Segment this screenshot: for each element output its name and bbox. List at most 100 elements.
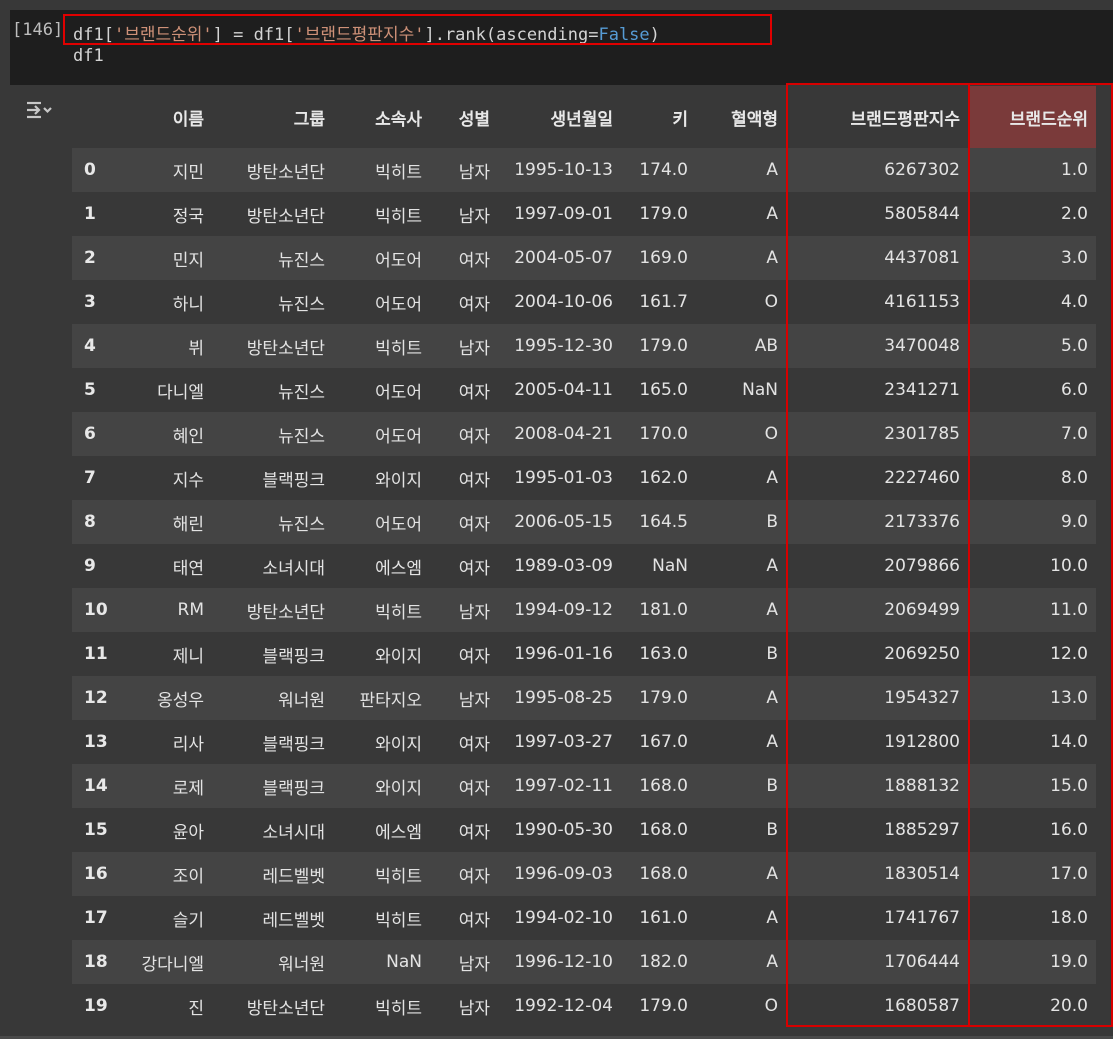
cell-birthdate: 1997-03-27 <box>514 732 613 752</box>
cell-agency: 빅히트 <box>375 866 422 887</box>
table-row: 16 조이 레드벨벳 빅히트 여자 1996-09-03 168.0 A 1830514 17.0 <box>72 852 1096 896</box>
cell-blood-type: A <box>766 468 778 488</box>
cell-birthdate: 2004-10-06 <box>514 292 613 312</box>
cell-gender: 여자 <box>458 382 490 403</box>
table-header-row: 이름 그룹 소속사 성별 생년월일 키 혈액형 브랜드평판지수 브랜드순위 <box>72 86 1096 148</box>
cell-blood-type: A <box>766 204 778 224</box>
cell-blood-type: O <box>764 424 778 444</box>
cell-birthdate: 2008-04-21 <box>514 424 613 444</box>
table-row: 13 리사 블랙핑크 와이지 여자 1997-03-27 167.0 A 1912800 14.0 <box>72 720 1096 764</box>
header-index <box>72 86 124 148</box>
cell-name: 제니 <box>172 646 204 667</box>
cell-index: 10 <box>84 600 108 620</box>
cell-blood-type: A <box>766 688 778 708</box>
cell-blood-type: A <box>766 864 778 884</box>
cell-index: 6 <box>84 424 96 444</box>
cell-blood-type: O <box>764 996 778 1016</box>
cell-gender: 남자 <box>458 998 490 1019</box>
cell-height: 170.0 <box>639 424 688 444</box>
cell-agency: 빅히트 <box>375 998 422 1019</box>
cell-brand-rank: 14.0 <box>1050 732 1088 752</box>
cell-height: NaN <box>652 556 688 576</box>
cell-brand-rank: 5.0 <box>1060 336 1088 356</box>
cell-agency: NaN <box>386 952 422 972</box>
cell-agency: 와이지 <box>375 646 422 667</box>
cell-group: 워너원 <box>278 690 325 711</box>
cell-blood-type: A <box>766 952 778 972</box>
cell-brand-reputation: 1954327 <box>884 688 960 708</box>
cell-agency: 에스엠 <box>375 822 422 843</box>
cell-index: 9 <box>84 556 96 576</box>
cell-agency: 어도어 <box>375 514 422 535</box>
cell-birthdate: 1992-12-04 <box>514 996 613 1016</box>
table-row: 1 정국 방탄소년단 빅히트 남자 1997-09-01 179.0 A 5805844 2.0 <box>72 192 1096 236</box>
cell-group: 방탄소년단 <box>246 162 325 183</box>
cell-agency: 와이지 <box>375 470 422 491</box>
cell-brand-rank: 4.0 <box>1060 292 1088 312</box>
cell-gender: 여자 <box>458 866 490 887</box>
table-row: 4 뷔 방탄소년단 빅히트 남자 1995-12-30 179.0 AB 3470048 5.0 <box>72 324 1096 368</box>
cell-brand-rank: 20.0 <box>1050 996 1088 1016</box>
cell-birthdate: 1995-01-03 <box>514 468 613 488</box>
cell-blood-type: A <box>766 160 778 180</box>
code-cell[interactable]: [146] df1['브랜드순위'] = df1['브랜드평판지수'].rank… <box>0 0 1113 85</box>
cell-gender: 남자 <box>458 206 490 227</box>
cell-brand-rank: 7.0 <box>1060 424 1088 444</box>
header-agency: 소속사 <box>375 109 422 130</box>
cell-gender: 여자 <box>458 646 490 667</box>
cell-agency: 빅히트 <box>375 338 422 359</box>
cell-group: 방탄소년단 <box>246 206 325 227</box>
cell-height: 165.0 <box>639 380 688 400</box>
cell-group: 뉴진스 <box>278 426 325 447</box>
table-row: 7 지수 블랙핑크 와이지 여자 1995-01-03 162.0 A 2227460 8.0 <box>72 456 1096 500</box>
cell-birthdate: 1989-03-09 <box>514 556 613 576</box>
cell-group: 레드벨벳 <box>262 866 325 887</box>
cell-agency: 에스엠 <box>375 558 422 579</box>
cell-brand-reputation: 1912800 <box>884 732 960 752</box>
table-row: 14 로제 블랙핑크 와이지 여자 1997-02-11 168.0 B 1888132 15.0 <box>72 764 1096 808</box>
cell-birthdate: 2004-05-07 <box>514 248 613 268</box>
cell-name: 강다니엘 <box>141 954 204 975</box>
cell-group: 레드벨벳 <box>262 910 325 931</box>
cell-height: 164.5 <box>639 512 688 532</box>
cell-brand-rank: 17.0 <box>1050 864 1088 884</box>
cell-index: 2 <box>84 248 96 268</box>
cell-agency: 빅히트 <box>375 162 422 183</box>
cell-blood-type: B <box>766 644 778 664</box>
dataframe-table: 이름 그룹 소속사 성별 생년월일 키 혈액형 브랜드평판지수 브랜드순위 0 지… <box>72 86 1096 1028</box>
cell-agency: 빅히트 <box>375 910 422 931</box>
cell-name: 뷔 <box>188 338 204 359</box>
cell-birthdate: 2006-05-15 <box>514 512 613 532</box>
table-row: 15 윤아 소녀시대 에스엠 여자 1990-05-30 168.0 B 1885297 16.0 <box>72 808 1096 852</box>
cell-brand-rank: 11.0 <box>1050 600 1088 620</box>
cell-agency: 와이지 <box>375 778 422 799</box>
cell-name: 혜인 <box>172 426 204 447</box>
header-blood-type: 혈액형 <box>731 109 778 130</box>
cell-name: 해린 <box>172 514 204 535</box>
cell-birthdate: 1995-08-25 <box>514 688 613 708</box>
cell-blood-type: NaN <box>742 380 778 400</box>
cell-group: 소녀시대 <box>262 558 325 579</box>
cell-gender: 남자 <box>458 602 490 623</box>
cell-name: 슬기 <box>172 910 204 931</box>
cell-agency: 와이지 <box>375 734 422 755</box>
cell-index: 7 <box>84 468 96 488</box>
cell-index: 14 <box>84 776 108 796</box>
output-toggle-icon[interactable] <box>24 97 54 123</box>
cell-index: 1 <box>84 204 96 224</box>
cell-blood-type: A <box>766 732 778 752</box>
cell-group: 블랙핑크 <box>262 778 325 799</box>
cell-height: 179.0 <box>639 204 688 224</box>
cell-index: 4 <box>84 336 96 356</box>
cell-brand-rank: 2.0 <box>1060 204 1088 224</box>
cell-index: 18 <box>84 952 108 972</box>
cell-brand-reputation: 1680587 <box>884 996 960 1016</box>
cell-brand-reputation: 1888132 <box>884 776 960 796</box>
header-group: 그룹 <box>293 109 325 130</box>
cell-index: 17 <box>84 908 108 928</box>
code-highlight-box <box>63 14 772 45</box>
cell-height: 179.0 <box>639 996 688 1016</box>
cell-brand-reputation: 2079866 <box>884 556 960 576</box>
cell-height: 168.0 <box>639 820 688 840</box>
cell-group: 뉴진스 <box>278 514 325 535</box>
